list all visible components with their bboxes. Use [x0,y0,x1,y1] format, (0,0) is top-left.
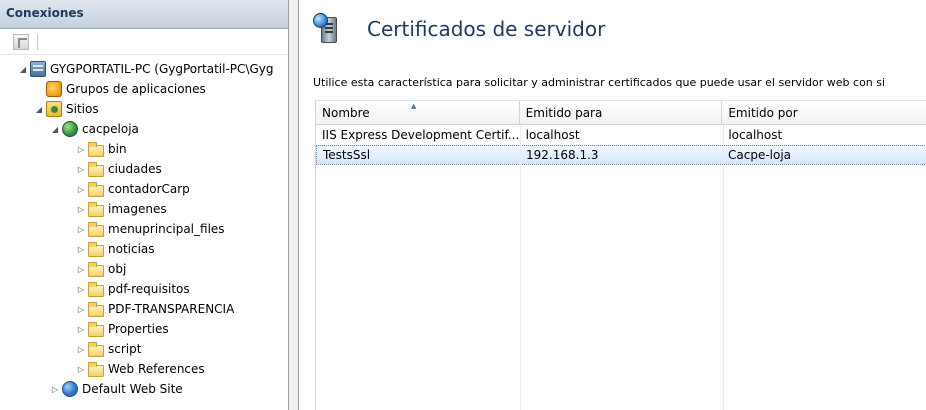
app-pool-icon [46,81,62,97]
folder-icon [88,241,104,257]
expand-arrow-icon[interactable]: ▷ [76,204,86,214]
tree-node[interactable]: ▷ pdf-requisitos [0,279,288,299]
tree-node[interactable]: ▷ bin [0,139,288,159]
tree-node[interactable]: ▷ Web References [0,359,288,379]
expand-arrow-icon[interactable]: ▷ [76,184,86,194]
table-cell-name: TestsSsl [323,148,371,162]
connections-header: Conexiones [0,0,288,29]
column-header-nombre[interactable]: ▲ Nombre [316,101,520,124]
connections-toolbar [0,29,288,55]
table-row[interactable]: TestsSsl 192.168.1.3 Cacpe-loja [316,145,926,165]
server-certificates-icon [313,13,345,45]
folder-icon [88,201,104,217]
connections-pane: Conexiones ◢ GYGPORTATIL-PC (GygPortatil-… [0,0,289,410]
toolbar-separator [37,33,38,50]
collapse-arrow-icon[interactable]: ◢ [18,64,28,74]
tree-node-label: pdf-requisitos [108,282,190,296]
tree-node[interactable]: ▷ menuprincipal_files [0,219,288,239]
tree-node-label: imagenes [108,202,167,216]
tree-node[interactable]: ▷ contadorCarp [0,179,288,199]
tree-node-label: Default Web Site [82,382,183,396]
tree-node[interactable]: ▷ noticias [0,239,288,259]
certificates-table: ▲ Nombre Emitido para Emitido por IIS Ex… [315,100,926,410]
tree-node-label: cacpeloja [82,122,139,136]
table-header: ▲ Nombre Emitido para Emitido por [316,100,926,125]
sort-ascending-icon: ▲ [411,102,417,110]
table-cell-name: IIS Express Development Certif... [322,128,520,142]
column-divider [723,125,724,410]
tree-node[interactable]: ▷ Properties [0,319,288,339]
expand-arrow-icon[interactable]: ▷ [76,164,86,174]
tree-node-label: script [108,342,142,356]
tree-node-label: Properties [108,322,169,336]
tree-node[interactable]: ▷ obj [0,259,288,279]
table-cell-issued-to: 192.168.1.3 [526,148,599,162]
column-header-emitido-para[interactable]: Emitido para [520,101,723,124]
tree-node-label: menuprincipal_files [108,222,225,236]
collapse-arrow-icon[interactable]: ◢ [34,104,44,114]
page-description: Utilice esta característica para solicit… [313,76,886,89]
tree-node[interactable]: ◢ Sitios [0,99,288,119]
globe-icon [62,121,78,137]
table-row[interactable]: IIS Express Development Certif... localho… [316,125,926,145]
expand-arrow-icon[interactable]: ▷ [76,344,86,354]
tree-node[interactable]: ◢ GYGPORTATIL-PC (GygPortatil-PC\Gyg [0,59,288,79]
collapse-arrow-icon[interactable]: ◢ [50,124,60,134]
tree-node-label: noticias [108,242,155,256]
server-certificates-pane: Certificados de servidor Utilice esta ca… [298,0,926,410]
server-icon [30,61,46,77]
tree-node[interactable]: ▷ script [0,339,288,359]
connections-tree: ◢ GYGPORTATIL-PC (GygPortatil-PC\Gyg Grupo… [0,55,288,399]
folder-icon [88,301,104,317]
tree-node[interactable]: ▷ ciudades [0,159,288,179]
folder-icon [88,181,104,197]
expand-arrow-icon[interactable]: ▷ [76,284,86,294]
tree-node[interactable]: Grupos de aplicaciones [0,79,288,99]
tree-node[interactable]: ▷ PDF-TRANSPARENCIA [0,299,288,319]
table-body: IIS Express Development Certif... localho… [316,125,926,165]
table-cell-issued-by: Cacpe-loja [728,148,792,162]
tree-node-label: Web References [108,362,205,376]
up-level-icon[interactable] [13,33,29,50]
tree-node-label: GYGPORTATIL-PC (GygPortatil-PC\Gyg [50,62,274,76]
expand-arrow-icon[interactable]: ▷ [76,264,86,274]
column-divider [520,125,521,410]
folder-icon [88,161,104,177]
expand-arrow-icon[interactable]: ▷ [76,304,86,314]
folder-icon [88,361,104,377]
tree-node[interactable]: ◢ cacpeloja [0,119,288,139]
tree-node-label: PDF-TRANSPARENCIA [108,302,235,316]
tree-node-label: obj [108,262,127,276]
tree-node[interactable]: ▷ imagenes [0,199,288,219]
page-header: Certificados de servidor [299,0,926,58]
column-header-emitido-por[interactable]: Emitido por [722,101,926,124]
folder-icon [88,221,104,237]
folder-icon [88,261,104,277]
tree-node-label: bin [108,142,127,156]
table-cell-issued-to: localhost [525,128,580,142]
tree-node-label: contadorCarp [108,182,190,196]
tree-node-label: Grupos de aplicaciones [66,82,206,96]
folder-icon [88,141,104,157]
expand-arrow-icon[interactable]: ▷ [76,364,86,374]
expand-arrow-icon[interactable]: ▷ [76,224,86,234]
page-title: Certificados de servidor [367,17,606,41]
tree-node-label: ciudades [108,162,162,176]
tree-node-label: Sitios [66,102,99,116]
expand-arrow-icon[interactable]: ▷ [76,244,86,254]
sites-icon [46,101,62,117]
folder-icon [88,341,104,357]
tree-node[interactable]: ▷ Default Web Site [0,379,288,399]
table-cell-issued-by: localhost [728,128,783,142]
expand-arrow-icon[interactable]: ▷ [76,324,86,334]
default-site-icon [62,381,78,397]
expand-arrow-icon[interactable]: ▷ [76,144,86,154]
folder-icon [88,321,104,337]
folder-icon [88,281,104,297]
expand-arrow-icon[interactable]: ▷ [50,384,60,394]
